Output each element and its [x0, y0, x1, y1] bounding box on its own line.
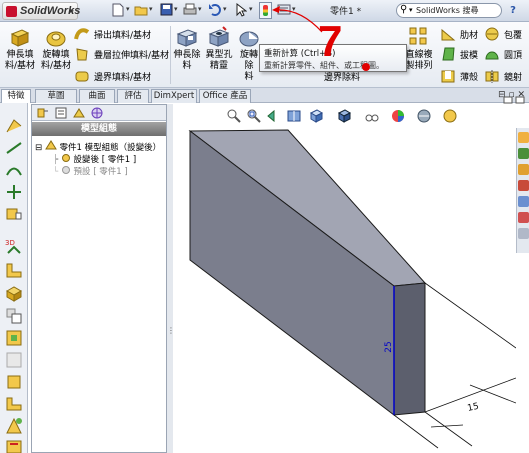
dimension-line	[469, 384, 516, 404]
configuration-header: 模型組態	[32, 122, 166, 136]
dimension-extension-line	[393, 414, 439, 449]
dimxpert-manager-tab[interactable]	[90, 107, 104, 119]
tab-sketch[interactable]: 草圖	[35, 89, 77, 103]
tab-evaluate[interactable]: 評估	[117, 89, 149, 103]
offset-entities-icon[interactable]	[4, 328, 24, 348]
spline-tool-icon[interactable]	[4, 116, 24, 136]
file-explorer-icon[interactable]	[518, 164, 529, 175]
tab-surfaces[interactable]: 曲面	[79, 89, 115, 103]
design-library-icon[interactable]	[518, 148, 529, 159]
annotation-arrowhead	[272, 6, 280, 13]
model-side-face[interactable]	[393, 282, 426, 416]
line-tool-icon[interactable]	[4, 138, 24, 158]
resources-icon[interactable]	[518, 132, 529, 143]
appearances-icon[interactable]	[518, 212, 529, 223]
configuration-manager-tab[interactable]	[72, 107, 86, 119]
tab-dimxpert[interactable]: DimXpert	[151, 89, 197, 103]
part-config-icon	[44, 140, 57, 150]
tab-features[interactable]: 特徵	[1, 89, 31, 103]
model-view[interactable]: 25 15	[173, 104, 516, 453]
dimension-line	[430, 424, 464, 428]
linear-sketch-pattern-icon[interactable]	[4, 394, 24, 414]
mirror-entities-icon[interactable]	[4, 372, 24, 392]
rotate-entities-icon[interactable]	[4, 438, 24, 453]
dimension-width-label[interactable]: 15	[467, 402, 480, 414]
tree-item-label: 預設 [ 零件1 ]	[73, 167, 128, 177]
instant3d-icon[interactable]	[4, 284, 24, 304]
tab-office-products[interactable]: Office 產品	[199, 89, 251, 103]
config-active-icon	[61, 154, 70, 162]
feature-manager-panel: 模型組態 ⊟ 零件1 模型組態（設變後） ┝ 設變後 [ 零件1 ] └ 預設 …	[31, 104, 167, 453]
move-entities-icon[interactable]	[4, 416, 24, 436]
point-tool-icon[interactable]	[4, 182, 24, 202]
sketch-plane-icon[interactable]	[4, 260, 24, 280]
trim-entities-icon[interactable]	[4, 350, 24, 370]
feature-manager-tabs	[32, 105, 166, 121]
dimension-extension-line	[424, 282, 516, 349]
task-pane-tabs	[516, 128, 529, 253]
search-results-icon[interactable]	[518, 180, 529, 191]
convert-entities-icon[interactable]	[4, 306, 24, 326]
arc-tool-icon[interactable]	[4, 160, 24, 180]
3d-sketch-icon[interactable]: 3D	[4, 236, 24, 256]
tree-item-label: 設變後 [ 零件1 ]	[73, 155, 137, 165]
annotation-dot	[362, 63, 370, 71]
tree-item-default-config[interactable]: └ 預設 [ 零件1 ]	[53, 165, 128, 177]
tree-root-label: 零件1 模型組態（設變後）	[59, 143, 162, 153]
feature-tree-tab[interactable]	[36, 107, 50, 119]
view-palette-icon[interactable]	[518, 196, 529, 207]
annotation-arrow	[274, 9, 323, 33]
tree-root[interactable]: ⊟ 零件1 模型組態（設變後）	[35, 140, 162, 153]
property-manager-tab[interactable]	[54, 107, 68, 119]
step-number-annotation: 7	[318, 17, 343, 66]
svg-text:3D: 3D	[5, 239, 15, 247]
collapse-icon[interactable]: ⊟	[35, 143, 42, 153]
dimension-height-label[interactable]: 25	[384, 341, 394, 352]
smart-dimension-icon[interactable]	[4, 204, 24, 224]
config-inactive-icon	[61, 166, 70, 174]
custom-properties-icon[interactable]	[518, 228, 529, 239]
tree-item-active-config[interactable]: ┝ 設變後 [ 零件1 ]	[53, 153, 136, 165]
dimension-extension-line	[424, 411, 473, 447]
command-manager-tabs: 特徵 草圖 曲面 評估 DimXpert Office 產品 ⊟ ▫ ✕	[0, 88, 529, 103]
